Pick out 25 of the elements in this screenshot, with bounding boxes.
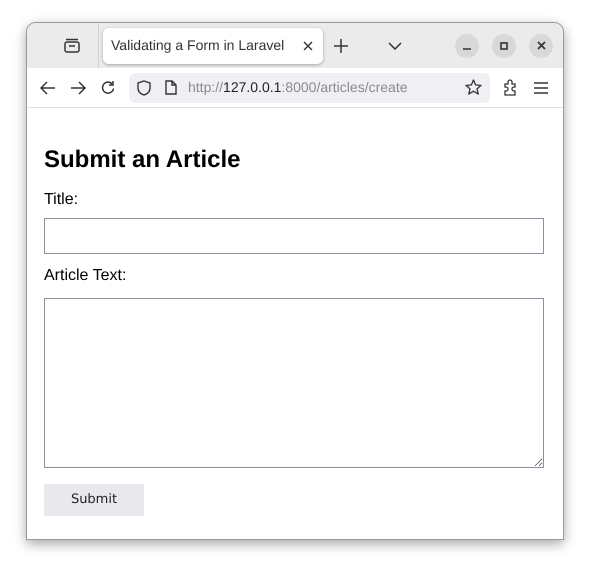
chevron-down-icon[interactable] bbox=[388, 42, 402, 50]
close-icon[interactable] bbox=[303, 40, 313, 50]
tab-list-icon[interactable] bbox=[63, 38, 81, 54]
field-label: Article Text: bbox=[44, 266, 128, 286]
page-heading: Submit an Article bbox=[44, 146, 242, 174]
close-icon bbox=[536, 41, 546, 50]
maximize-button[interactable] bbox=[492, 34, 516, 58]
field-label: Title: bbox=[44, 190, 80, 210]
browser-tab[interactable]: Validating a Form in Laravel bbox=[103, 28, 323, 64]
menu-icon[interactable] bbox=[534, 82, 548, 94]
url-text: http://127.0.0.1:8000/articles/create bbox=[188, 78, 408, 97]
star-icon[interactable] bbox=[465, 79, 482, 96]
title-input[interactable] bbox=[44, 218, 544, 254]
minimize-icon bbox=[463, 48, 471, 50]
close-window-button[interactable] bbox=[529, 34, 553, 58]
maximize-icon bbox=[500, 42, 508, 50]
reload-icon[interactable] bbox=[100, 80, 116, 96]
page-icon bbox=[165, 80, 177, 95]
address-bar[interactable]: http://127.0.0.1:8000/articles/create bbox=[129, 72, 490, 102]
forward-icon[interactable] bbox=[70, 80, 86, 94]
new-tab-icon[interactable] bbox=[334, 38, 348, 52]
shield-icon[interactable] bbox=[137, 80, 151, 96]
minimize-button[interactable] bbox=[455, 34, 479, 58]
submit-button[interactable]: Submit bbox=[44, 484, 144, 516]
back-icon[interactable] bbox=[40, 80, 56, 94]
